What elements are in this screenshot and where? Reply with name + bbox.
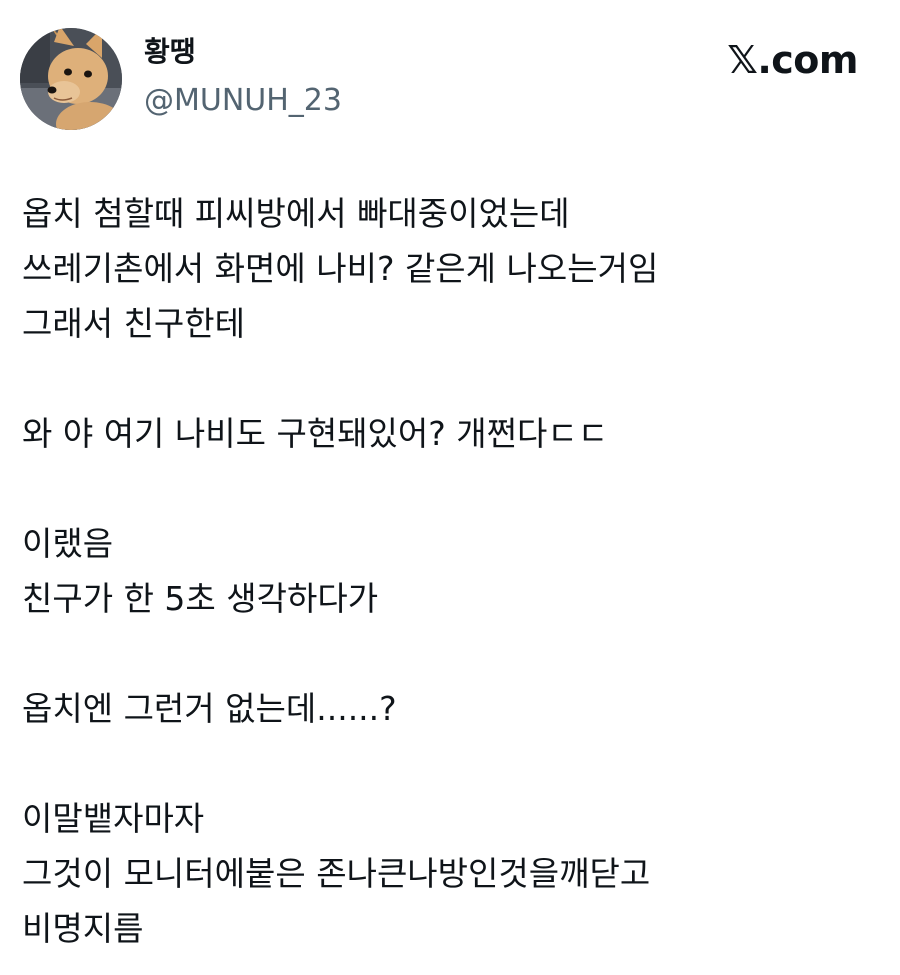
tweet-line: 그것이 모니터에붙은 존나큰나방인것을깨닫고	[22, 854, 651, 893]
author-avatar[interactable]	[20, 28, 122, 130]
author-handle[interactable]: @MUNUH_23	[144, 82, 342, 120]
tweet-header: 황땡 @MUNUH_23 𝕏.com	[0, 0, 900, 150]
tweet-line: 이말뱉자마자	[22, 799, 205, 838]
tweet-line: 쓰레기촌에서 화면에 나비? 같은게 나오는거임	[22, 249, 659, 288]
tweet-line: 옵치 첨할때 피씨방에서 빠대중이었는데	[22, 194, 570, 233]
tweet-line: 친구가 한 5초 생각하다가	[22, 579, 379, 618]
x-brand-logo: 𝕏.com	[727, 38, 858, 82]
tweet-line: 그래서 친구한테	[22, 304, 246, 343]
tweet-line: 비명지름	[22, 909, 144, 948]
tweet-text: 옵치 첨할때 피씨방에서 빠대중이었는데 쓰레기촌에서 화면에 나비? 같은게 …	[22, 186, 882, 956]
author-display-name[interactable]: 황땡	[144, 34, 196, 70]
chihuahua-avatar-icon	[20, 28, 122, 130]
tweet-line: 이랬음	[22, 524, 114, 563]
tweet-line: 와 야 여기 나비도 구현돼있어? 개쩐다ㄷㄷ	[22, 414, 609, 453]
tweet-line: 옵치엔 그런거 없는데......?	[22, 689, 397, 728]
